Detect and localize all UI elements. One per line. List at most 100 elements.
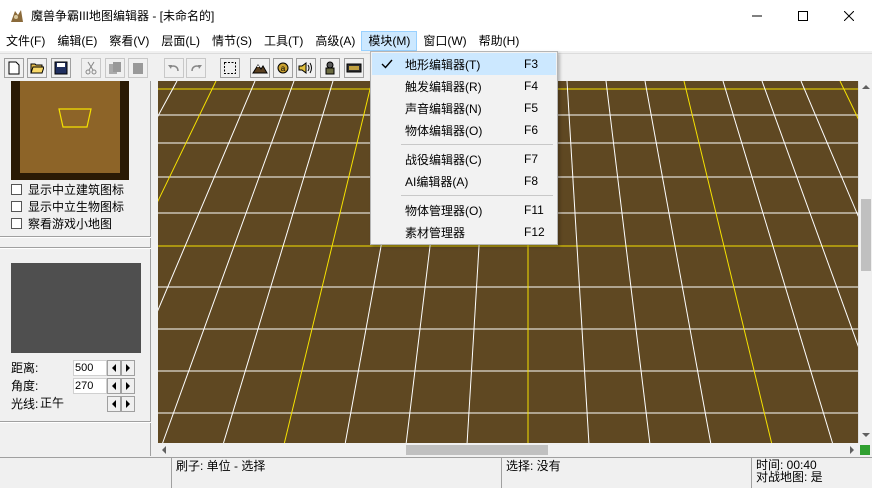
menu-view[interactable]: 察看(V) [103, 31, 155, 51]
checkbox-show-neutral-buildings[interactable]: 显示中立建筑图标 [11, 181, 124, 197]
scissors-icon [85, 61, 97, 75]
menu-module[interactable]: 模块(M) [361, 31, 418, 51]
status-info: 时间: 00:40 对战地图: 是 [752, 458, 872, 488]
save-button[interactable] [51, 58, 71, 78]
divider [0, 421, 151, 423]
menu-item-shortcut: F5 [524, 101, 539, 115]
menu-advanced[interactable]: 高级(A) [309, 31, 361, 51]
distance-label: 距离: [11, 361, 39, 375]
close-icon [844, 10, 854, 21]
menu-separator [401, 195, 553, 196]
title-bar: 魔兽争霸III地图编辑器 - [未命名的] [0, 0, 872, 31]
angle-increase-button[interactable] [121, 377, 135, 394]
horizontal-scrollbar-track [162, 445, 854, 455]
maximize-button[interactable] [780, 0, 826, 31]
menu-item-label: 声音编辑器(N) [405, 101, 482, 116]
menu-item-shortcut: F6 [524, 123, 539, 137]
status-melee-map: 对战地图: 是 [756, 470, 823, 484]
status-selection: 选择: 没有 [502, 458, 752, 488]
status-empty [0, 458, 172, 488]
minimap[interactable] [11, 81, 129, 180]
menu-item-object-manager[interactable]: 物体管理器(O) F11 [372, 199, 556, 221]
light-value: 正午 [40, 395, 65, 410]
region-camera-icon [346, 63, 362, 73]
doodad-palette-button[interactable]: a [273, 58, 293, 78]
paste-button[interactable] [128, 58, 148, 78]
close-button[interactable] [826, 0, 872, 31]
vertical-scrollbar[interactable] [858, 81, 872, 443]
minimize-icon [752, 15, 762, 16]
paste-icon [133, 63, 143, 74]
world-editor-icon[interactable] [9, 8, 25, 24]
select-tool-button[interactable] [220, 58, 240, 78]
light-increase-button[interactable] [121, 395, 135, 412]
menu-item-shortcut: F12 [524, 225, 545, 239]
cut-button[interactable] [81, 58, 101, 78]
checkbox-box[interactable] [11, 217, 22, 229]
checkbox-box[interactable] [11, 200, 22, 212]
menu-item-object-editor[interactable]: 物体编辑器(O) F6 [372, 119, 556, 141]
arrow-left-icon [112, 381, 116, 390]
unit-preview [11, 263, 141, 353]
redo-button[interactable] [186, 58, 206, 78]
menu-item-terrain-editor[interactable]: 地形编辑器(T) F3 [372, 53, 556, 75]
marquee-select-icon [224, 62, 236, 74]
sound-palette-button[interactable] [296, 58, 316, 78]
left-panel: 显示中立建筑图标 显示中立生物图标 察看游戏小地图 距离: 500 角度: 27… [0, 81, 151, 456]
checkmark-icon [381, 59, 393, 69]
menu-layer[interactable]: 层面(L) [155, 31, 206, 51]
menu-scenario[interactable]: 情节(S) [206, 31, 258, 51]
save-disk-icon [54, 61, 68, 75]
menu-edit[interactable]: 编辑(E) [51, 31, 103, 51]
menu-item-campaign-editor[interactable]: 战役编辑器(C) F7 [372, 148, 556, 170]
open-folder-icon [30, 63, 44, 74]
menu-item-shortcut: F8 [524, 174, 539, 188]
menu-item-shortcut: F3 [524, 57, 539, 71]
new-file-icon [8, 61, 20, 75]
light-row: 光线: 正午 [11, 395, 135, 412]
menu-item-label: 地形编辑器(T) [405, 57, 481, 72]
menu-tools[interactable]: 工具(T) [258, 31, 309, 51]
arrow-right-icon [126, 399, 130, 408]
copy-button[interactable] [105, 58, 125, 78]
scroll-corner [858, 443, 872, 457]
region-palette-button[interactable] [344, 58, 364, 78]
distance-increase-button[interactable] [121, 359, 135, 376]
menu-window[interactable]: 窗口(W) [417, 31, 472, 51]
angle-field[interactable]: 270 [73, 377, 107, 394]
new-button[interactable] [4, 58, 24, 78]
terrain-mountain-icon [252, 64, 268, 74]
checkbox-view-game-minimap[interactable]: 察看游戏小地图 [11, 215, 112, 231]
terrain-palette-button[interactable] [250, 58, 270, 78]
checkbox-label: 显示中立生物图标 [28, 199, 125, 214]
doodad-tree-icon: a [277, 62, 289, 74]
menu-item-shortcut: F7 [524, 152, 539, 166]
checkbox-label: 显示中立建筑图标 [28, 182, 125, 197]
unit-palette-button[interactable] [320, 58, 340, 78]
menu-help[interactable]: 帮助(H) [473, 31, 526, 51]
menu-separator [401, 144, 553, 145]
menu-item-shortcut: F11 [524, 203, 544, 217]
horizontal-scrollbar[interactable] [158, 443, 858, 457]
angle-decrease-button[interactable] [107, 377, 121, 394]
divider [0, 247, 151, 249]
undo-icon [168, 65, 179, 72]
menu-item-label: AI编辑器(A) [405, 174, 469, 189]
menu-file[interactable]: 文件(F) [0, 31, 51, 51]
vertical-scrollbar-track [861, 85, 871, 437]
checkbox-box[interactable] [11, 183, 22, 195]
distance-decrease-button[interactable] [107, 359, 121, 376]
open-button[interactable] [27, 58, 47, 78]
undo-button[interactable] [164, 58, 184, 78]
checkbox-show-neutral-creeps[interactable]: 显示中立生物图标 [11, 198, 124, 214]
light-decrease-button[interactable] [107, 395, 121, 412]
window-title: 魔兽争霸III地图编辑器 - [未命名的] [31, 9, 215, 23]
menu-item-label: 物体管理器(O) [405, 203, 483, 218]
menu-item-trigger-editor[interactable]: 触发编辑器(R) F4 [372, 75, 556, 97]
distance-field[interactable]: 500 [73, 359, 107, 376]
menu-bar: 文件(F) 编辑(E) 察看(V) 层面(L) 情节(S) 工具(T) 高级(A… [0, 31, 872, 51]
minimize-button[interactable] [734, 0, 780, 31]
menu-item-asset-manager[interactable]: 素材管理器 F12 [372, 221, 556, 243]
menu-item-sound-editor[interactable]: 声音编辑器(N) F5 [372, 97, 556, 119]
menu-item-ai-editor[interactable]: AI编辑器(A) F8 [372, 170, 556, 192]
